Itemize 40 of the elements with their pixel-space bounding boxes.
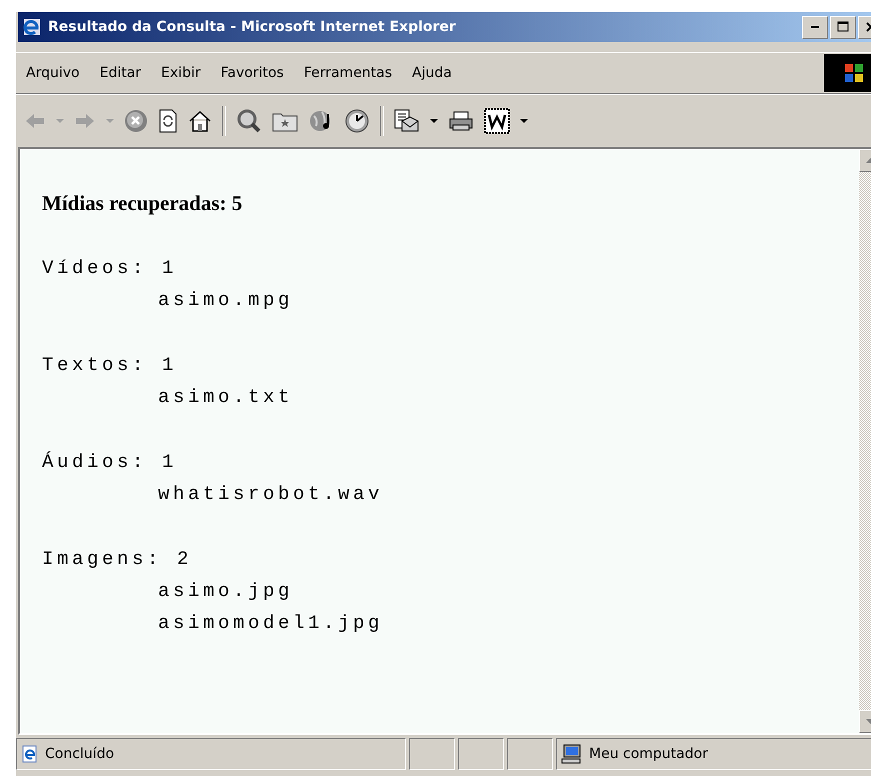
file-name: whatisrobot.wav [158, 482, 384, 507]
status-panel [458, 738, 504, 770]
category-label: Vídeos: 1 [42, 256, 178, 281]
category-label: Imagens: 2 [42, 547, 194, 572]
windows-flag-icon [843, 62, 865, 84]
file-name: asimo.jpg [158, 579, 294, 604]
menu-item[interactable]: Favoritos [210, 62, 294, 84]
minimize-icon [811, 26, 819, 28]
file-name: asimomodel1.jpg [158, 611, 384, 636]
search-icon[interactable] [236, 108, 262, 134]
status-text: Concluído [45, 746, 114, 762]
stop-icon[interactable] [124, 109, 148, 133]
minimize-button[interactable] [802, 16, 828, 38]
computer-icon [561, 744, 583, 764]
history-clock-icon[interactable] [344, 108, 370, 134]
menu-item[interactable]: Exibir [151, 62, 211, 84]
file-name: asimo.mpg [158, 288, 294, 313]
status-panel [409, 738, 455, 770]
page-heading: Mídias recuperadas: 5 [42, 191, 244, 216]
page-icon [21, 745, 39, 763]
dropdown-caret-icon[interactable] [430, 118, 438, 124]
window-title: Resultado da Consulta - Microsoft Internet Explorer [48, 19, 456, 35]
word-document-icon[interactable] [484, 108, 510, 134]
maximize-icon [837, 21, 849, 33]
zone-text: Meu computador [589, 746, 708, 762]
printer-icon[interactable] [448, 110, 474, 132]
category-label: Áudios: 1 [42, 450, 178, 475]
browser-logo-icon [22, 17, 42, 37]
menu-item[interactable]: Ferramentas [294, 62, 402, 84]
file-name: asimo.txt [158, 385, 294, 410]
menu-item[interactable]: Ajuda [402, 62, 462, 84]
status-panel [507, 738, 553, 770]
dropdown-caret-icon[interactable] [520, 118, 528, 124]
home-icon[interactable] [188, 110, 212, 132]
mail-icon[interactable] [394, 109, 420, 133]
category-label: Textos: 1 [42, 353, 178, 378]
maximize-button[interactable] [830, 16, 856, 38]
refresh-icon[interactable] [158, 109, 178, 133]
menu-item[interactable]: Editar [90, 62, 152, 84]
menu-item[interactable]: Arquivo [16, 62, 90, 84]
